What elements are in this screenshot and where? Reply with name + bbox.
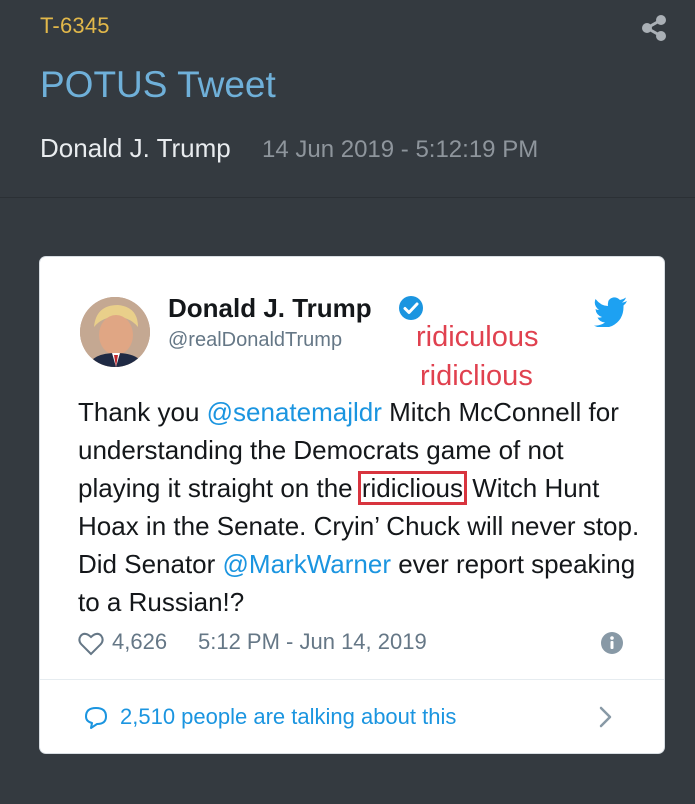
chevron-right-icon[interactable]: [598, 706, 614, 728]
tweet-display-name[interactable]: Donald J. Trump: [168, 293, 372, 324]
conversation-link[interactable]: 2,510 people are talking about this: [40, 680, 664, 753]
post-tag: T-6345: [40, 13, 110, 38]
tweet-card[interactable]: Donald J. Trump @realDonaldTrump ridicul…: [40, 257, 664, 753]
annotation-correct-spelling: ridiculous: [416, 321, 539, 353]
heart-icon[interactable]: [78, 632, 104, 656]
info-icon[interactable]: [600, 631, 624, 655]
tweet-text: Thank you @senatemajldr Mitch McConnell …: [78, 393, 648, 621]
post-timestamp: 14 Jun 2019 - 5:12:19 PM: [262, 136, 539, 163]
share-icon[interactable]: [636, 10, 672, 46]
speech-bubble-icon: [84, 706, 108, 730]
tweet-date[interactable]: 5:12 PM - Jun 14, 2019: [198, 629, 427, 655]
mention-link-senatemajldr[interactable]: @senatemajldr: [207, 397, 382, 427]
avatar[interactable]: [80, 297, 150, 367]
highlighted-word: ridiclious: [357, 471, 468, 505]
tweet-text-segment: Thank you: [78, 397, 207, 427]
verified-icon: [398, 295, 424, 321]
header-divider: [0, 197, 695, 198]
twitter-bird-icon[interactable]: [594, 297, 628, 328]
author-name: Donald J. Trump: [40, 133, 231, 163]
annotation-misspelling: ridiclious: [420, 360, 533, 392]
conversation-count-text[interactable]: 2,510 people are talking about this: [120, 704, 456, 730]
tweet-meta-row: 4,626 5:12 PM - Jun 14, 2019: [78, 629, 638, 659]
like-count[interactable]: 4,626: [112, 629, 167, 655]
mention-link-markwarner[interactable]: @MarkWarner: [223, 549, 391, 579]
tweet-handle[interactable]: @realDonaldTrump: [168, 329, 342, 352]
post-header: T-6345 POTUS Tweet Donald J. Trump 14 Ju…: [0, 0, 695, 198]
page-title: POTUS Tweet: [40, 64, 276, 105]
